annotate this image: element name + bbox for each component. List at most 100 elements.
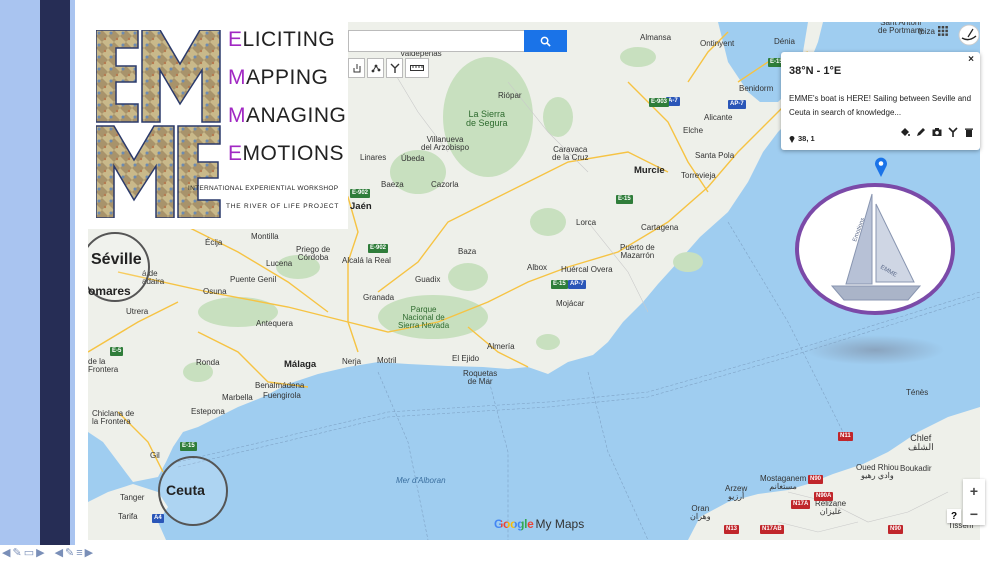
logo-subtitle: INTERNATIONAL EXPERIENTIAL WORKSHOP (188, 185, 339, 192)
place-label: Benalmádena (255, 381, 305, 390)
slide-icon[interactable]: ▭ (24, 546, 34, 560)
road-shield: E-15 (616, 195, 633, 204)
place-label: Motril (377, 356, 397, 365)
place-label: Oued Rhiou وادي رهيو (856, 463, 899, 480)
menu-icon[interactable]: ≡ (76, 546, 82, 560)
place-label: Dénia (774, 37, 795, 46)
close-button[interactable]: × (968, 54, 974, 65)
map-toolbar (348, 58, 429, 78)
slide-navigation: ◀ ✎ ▭ ▶ ◀ ✎ ≡ ▶ (2, 546, 93, 560)
camera-icon[interactable] (932, 127, 942, 137)
info-window-title: 38°N - 1°E (789, 65, 842, 77)
place-label: Benidorm (739, 84, 774, 93)
zoom-control: + − (963, 479, 985, 525)
pen-icon[interactable]: ✎ (12, 546, 21, 560)
prev-icon[interactable]: ◀ (55, 546, 63, 560)
place-label: Lucena (266, 259, 293, 268)
logo-word-emotions: EMOTIONS (228, 142, 345, 165)
hand-icon (353, 64, 360, 73)
search-icon (540, 36, 551, 47)
road-shield: E-903 (649, 98, 670, 107)
place-label: Jaén (350, 201, 372, 212)
city-label-ceuta: Ceuta (166, 482, 205, 498)
place-label: Almansa (640, 33, 672, 42)
logo-project-name: THE RIVER OF LIFE PROJECT (226, 203, 340, 210)
left-accent-bar (40, 0, 70, 545)
place-label: Puerto de Mazarrón (620, 243, 655, 260)
pen-icon[interactable]: ✎ (65, 546, 74, 560)
prev-icon[interactable]: ◀ (2, 546, 10, 560)
location-pin-icon (789, 135, 795, 143)
place-label: Tarifa (118, 512, 138, 521)
road-shield: AP-7 (568, 280, 586, 289)
info-window-coordinates: 38, 1 (789, 134, 815, 143)
help-button[interactable]: ? (947, 509, 961, 523)
place-label: Montilla (251, 232, 279, 241)
place-label: Málaga (284, 359, 317, 370)
search-button[interactable] (524, 30, 567, 52)
road-shield: N17A (791, 500, 811, 509)
place-label: Albox (527, 263, 548, 272)
next-icon[interactable]: ▶ (36, 546, 44, 560)
trash-icon[interactable] (964, 127, 974, 137)
road-shield: N17AB (760, 525, 784, 534)
place-label: Nerja (342, 357, 362, 366)
place-label: Cazorla (431, 180, 459, 189)
place-label: Antequera (256, 319, 293, 328)
emme-logo: ELICITING MAPPING MANAGING EMOTIONS INTE… (88, 22, 348, 229)
my-maps-wordmark: My Maps (535, 517, 585, 531)
place-label: Arzew أرزيو (725, 484, 748, 501)
place-label: Baza (458, 247, 477, 256)
zoom-out-button[interactable]: − (963, 502, 985, 525)
route-icon[interactable] (948, 127, 958, 137)
place-label: Mostaganem مستغانم (760, 474, 807, 491)
place-label: Tanger (120, 493, 145, 502)
boat-shadow (805, 335, 945, 365)
road-shield: N90 (888, 525, 904, 534)
road-shield: E-902 (350, 189, 371, 198)
place-label: Elche (683, 126, 704, 135)
zoom-in-button[interactable]: + (963, 479, 985, 502)
place-label: Villanueva del Arzobispo (421, 135, 470, 152)
marker-tool-button[interactable] (367, 58, 384, 78)
place-label: Linares (360, 153, 387, 162)
edit-icon[interactable] (916, 127, 926, 137)
park-label: Parque Nacional de Sierra Nevada (398, 305, 450, 330)
place-label: Cartagena (641, 223, 679, 232)
place-label: Puente Genil (230, 275, 277, 284)
left-margin-band-inner (70, 0, 75, 545)
apps-grid-icon[interactable] (938, 26, 948, 36)
sea-label: Mer d'Alboran (396, 476, 446, 485)
coordinates-text: 38, 1 (798, 134, 815, 143)
search-input[interactable] (348, 30, 524, 52)
place-label: Utrera (126, 307, 149, 316)
map-pin-marker-icon[interactable] (874, 157, 888, 177)
style-icon[interactable] (900, 127, 910, 137)
place-label: Ontinyent (700, 39, 735, 48)
place-label: Gil (150, 451, 160, 460)
next-icon[interactable]: ▶ (85, 546, 93, 560)
place-label: Riópar (498, 91, 522, 100)
route-tool-button[interactable] (386, 58, 403, 78)
city-label-omares: omares (88, 284, 131, 298)
place-label: Chlef الشلف (908, 433, 934, 452)
place-label: Mojácar (556, 299, 585, 308)
hand-tool-button[interactable] (348, 58, 365, 78)
road-shield: N90 (808, 475, 824, 484)
place-label: Marbella (222, 393, 253, 402)
place-label: Oran وهران (690, 504, 711, 521)
user-avatar-icon[interactable] (958, 24, 980, 46)
place-label: Estepona (191, 407, 225, 416)
logo-word-eliciting: ELICITING (228, 28, 336, 51)
city-label-seville: Séville (91, 251, 142, 268)
place-label: Lorca (576, 218, 597, 227)
info-window-description: EMME's boat is HERE! Sailing between Sev… (789, 94, 972, 117)
road-shield: E-902 (368, 244, 389, 253)
place-label: Priego de Córdoba (296, 245, 331, 262)
place-label: Huércal Overa (561, 265, 613, 274)
place-label: Boukadir (900, 464, 932, 473)
place-label: de la Frontera (88, 357, 119, 374)
place-label: Granada (363, 293, 395, 302)
road-shield: AP-7 (728, 100, 746, 109)
ruler-tool-button[interactable] (405, 58, 429, 78)
